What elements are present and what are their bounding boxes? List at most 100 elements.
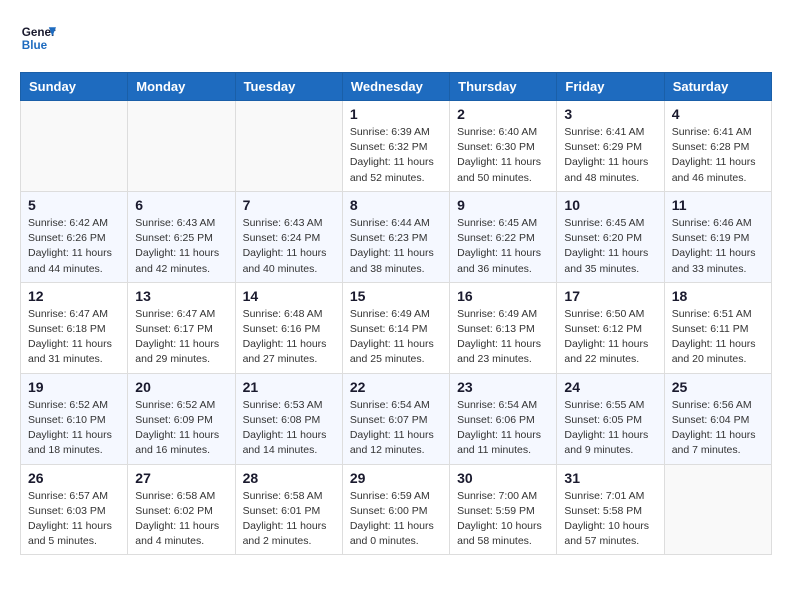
day-info: Sunrise: 6:48 AMSunset: 6:16 PMDaylight:… bbox=[243, 307, 335, 368]
weekday-header-tuesday: Tuesday bbox=[235, 73, 342, 101]
weekday-header-thursday: Thursday bbox=[450, 73, 557, 101]
calendar-cell: 11 Sunrise: 6:46 AMSunset: 6:19 PMDayligh… bbox=[664, 191, 771, 282]
calendar-cell: 1 Sunrise: 6:39 AMSunset: 6:32 PMDaylight… bbox=[342, 101, 449, 192]
day-info: Sunrise: 6:51 AMSunset: 6:11 PMDaylight:… bbox=[672, 307, 764, 368]
day-info: Sunrise: 6:41 AMSunset: 6:29 PMDaylight:… bbox=[564, 125, 656, 186]
calendar-cell: 17 Sunrise: 6:50 AMSunset: 6:12 PMDayligh… bbox=[557, 282, 664, 373]
calendar-cell bbox=[21, 101, 128, 192]
day-info: Sunrise: 6:50 AMSunset: 6:12 PMDaylight:… bbox=[564, 307, 656, 368]
day-number: 2 bbox=[457, 106, 549, 122]
weekday-header-friday: Friday bbox=[557, 73, 664, 101]
day-info: Sunrise: 6:55 AMSunset: 6:05 PMDaylight:… bbox=[564, 398, 656, 459]
page-header: General Blue bbox=[20, 20, 772, 56]
calendar-cell: 14 Sunrise: 6:48 AMSunset: 6:16 PMDayligh… bbox=[235, 282, 342, 373]
day-number: 15 bbox=[350, 288, 442, 304]
day-number: 24 bbox=[564, 379, 656, 395]
day-info: Sunrise: 6:45 AMSunset: 6:20 PMDaylight:… bbox=[564, 216, 656, 277]
calendar-cell: 10Sunrise: 6:45 AMSunset: 6:20 PMDayligh… bbox=[557, 191, 664, 282]
calendar-cell: 4 Sunrise: 6:41 AMSunset: 6:28 PMDaylight… bbox=[664, 101, 771, 192]
day-info: Sunrise: 6:56 AMSunset: 6:04 PMDaylight:… bbox=[672, 398, 764, 459]
calendar-week-1: 1 Sunrise: 6:39 AMSunset: 6:32 PMDaylight… bbox=[21, 101, 772, 192]
day-info: Sunrise: 6:45 AMSunset: 6:22 PMDaylight:… bbox=[457, 216, 549, 277]
day-info: Sunrise: 6:43 AMSunset: 6:25 PMDaylight:… bbox=[135, 216, 227, 277]
calendar-cell: 3 Sunrise: 6:41 AMSunset: 6:29 PMDaylight… bbox=[557, 101, 664, 192]
calendar-cell: 24 Sunrise: 6:55 AMSunset: 6:05 PMDayligh… bbox=[557, 373, 664, 464]
calendar-week-5: 26 Sunrise: 6:57 AMSunset: 6:03 PMDayligh… bbox=[21, 464, 772, 555]
calendar-week-4: 19Sunrise: 6:52 AMSunset: 6:10 PMDayligh… bbox=[21, 373, 772, 464]
day-number: 21 bbox=[243, 379, 335, 395]
day-number: 18 bbox=[672, 288, 764, 304]
day-number: 29 bbox=[350, 470, 442, 486]
day-number: 13 bbox=[135, 288, 227, 304]
calendar-cell: 6 Sunrise: 6:43 AMSunset: 6:25 PMDaylight… bbox=[128, 191, 235, 282]
svg-text:Blue: Blue bbox=[22, 39, 48, 52]
day-number: 28 bbox=[243, 470, 335, 486]
day-info: Sunrise: 6:43 AMSunset: 6:24 PMDaylight:… bbox=[243, 216, 335, 277]
day-number: 4 bbox=[672, 106, 764, 122]
calendar-cell: 16 Sunrise: 6:49 AMSunset: 6:13 PMDayligh… bbox=[450, 282, 557, 373]
day-info: Sunrise: 6:57 AMSunset: 6:03 PMDaylight:… bbox=[28, 489, 120, 550]
day-number: 6 bbox=[135, 197, 227, 213]
day-number: 14 bbox=[243, 288, 335, 304]
day-info: Sunrise: 6:47 AMSunset: 6:18 PMDaylight:… bbox=[28, 307, 120, 368]
calendar-cell: 2 Sunrise: 6:40 AMSunset: 6:30 PMDaylight… bbox=[450, 101, 557, 192]
day-info: Sunrise: 6:46 AMSunset: 6:19 PMDaylight:… bbox=[672, 216, 764, 277]
calendar-header-row: SundayMondayTuesdayWednesdayThursdayFrid… bbox=[21, 73, 772, 101]
calendar-cell: 22 Sunrise: 6:54 AMSunset: 6:07 PMDayligh… bbox=[342, 373, 449, 464]
calendar-cell: 7 Sunrise: 6:43 AMSunset: 6:24 PMDaylight… bbox=[235, 191, 342, 282]
calendar-cell: 13 Sunrise: 6:47 AMSunset: 6:17 PMDayligh… bbox=[128, 282, 235, 373]
day-info: Sunrise: 6:54 AMSunset: 6:07 PMDaylight:… bbox=[350, 398, 442, 459]
day-info: Sunrise: 6:49 AMSunset: 6:14 PMDaylight:… bbox=[350, 307, 442, 368]
day-info: Sunrise: 6:41 AMSunset: 6:28 PMDaylight:… bbox=[672, 125, 764, 186]
calendar-cell: 27Sunrise: 6:58 AMSunset: 6:02 PMDayligh… bbox=[128, 464, 235, 555]
day-number: 7 bbox=[243, 197, 335, 213]
calendar-week-3: 12 Sunrise: 6:47 AMSunset: 6:18 PMDayligh… bbox=[21, 282, 772, 373]
day-number: 19 bbox=[28, 379, 120, 395]
day-number: 11 bbox=[672, 197, 764, 213]
day-info: Sunrise: 7:01 AMSunset: 5:58 PMDaylight:… bbox=[564, 489, 656, 550]
calendar-cell: 18 Sunrise: 6:51 AMSunset: 6:11 PMDayligh… bbox=[664, 282, 771, 373]
day-info: Sunrise: 6:47 AMSunset: 6:17 PMDaylight:… bbox=[135, 307, 227, 368]
calendar-cell bbox=[235, 101, 342, 192]
calendar-cell: 29 Sunrise: 6:59 AMSunset: 6:00 PMDayligh… bbox=[342, 464, 449, 555]
calendar-cell: 5Sunrise: 6:42 AMSunset: 6:26 PMDaylight… bbox=[21, 191, 128, 282]
day-info: Sunrise: 6:58 AMSunset: 6:02 PMDaylight:… bbox=[135, 489, 227, 550]
calendar-cell: 23Sunrise: 6:54 AMSunset: 6:06 PMDayligh… bbox=[450, 373, 557, 464]
day-number: 12 bbox=[28, 288, 120, 304]
calendar-cell: 8Sunrise: 6:44 AMSunset: 6:23 PMDaylight… bbox=[342, 191, 449, 282]
calendar-cell bbox=[128, 101, 235, 192]
day-number: 26 bbox=[28, 470, 120, 486]
day-number: 20 bbox=[135, 379, 227, 395]
calendar-cell: 28 Sunrise: 6:58 AMSunset: 6:01 PMDayligh… bbox=[235, 464, 342, 555]
day-number: 16 bbox=[457, 288, 549, 304]
day-number: 3 bbox=[564, 106, 656, 122]
day-number: 25 bbox=[672, 379, 764, 395]
weekday-header-saturday: Saturday bbox=[664, 73, 771, 101]
day-number: 31 bbox=[564, 470, 656, 486]
calendar-cell: 21 Sunrise: 6:53 AMSunset: 6:08 PMDayligh… bbox=[235, 373, 342, 464]
calendar-cell: 26 Sunrise: 6:57 AMSunset: 6:03 PMDayligh… bbox=[21, 464, 128, 555]
calendar-cell: 25 Sunrise: 6:56 AMSunset: 6:04 PMDayligh… bbox=[664, 373, 771, 464]
calendar-week-2: 5Sunrise: 6:42 AMSunset: 6:26 PMDaylight… bbox=[21, 191, 772, 282]
logo-icon: General Blue bbox=[20, 20, 56, 56]
day-info: Sunrise: 6:39 AMSunset: 6:32 PMDaylight:… bbox=[350, 125, 442, 186]
day-number: 17 bbox=[564, 288, 656, 304]
weekday-header-monday: Monday bbox=[128, 73, 235, 101]
day-info: Sunrise: 6:52 AMSunset: 6:09 PMDaylight:… bbox=[135, 398, 227, 459]
calendar-cell: 20 Sunrise: 6:52 AMSunset: 6:09 PMDayligh… bbox=[128, 373, 235, 464]
day-info: Sunrise: 6:53 AMSunset: 6:08 PMDaylight:… bbox=[243, 398, 335, 459]
calendar-cell: 9 Sunrise: 6:45 AMSunset: 6:22 PMDaylight… bbox=[450, 191, 557, 282]
day-info: Sunrise: 6:49 AMSunset: 6:13 PMDaylight:… bbox=[457, 307, 549, 368]
day-info: Sunrise: 6:58 AMSunset: 6:01 PMDaylight:… bbox=[243, 489, 335, 550]
day-number: 9 bbox=[457, 197, 549, 213]
day-info: Sunrise: 6:54 AMSunset: 6:06 PMDaylight:… bbox=[457, 398, 549, 459]
calendar-body: 1 Sunrise: 6:39 AMSunset: 6:32 PMDaylight… bbox=[21, 101, 772, 555]
day-info: Sunrise: 6:59 AMSunset: 6:00 PMDaylight:… bbox=[350, 489, 442, 550]
day-number: 22 bbox=[350, 379, 442, 395]
weekday-header-sunday: Sunday bbox=[21, 73, 128, 101]
day-number: 1 bbox=[350, 106, 442, 122]
weekday-header-wednesday: Wednesday bbox=[342, 73, 449, 101]
day-info: Sunrise: 6:40 AMSunset: 6:30 PMDaylight:… bbox=[457, 125, 549, 186]
calendar-table: SundayMondayTuesdayWednesdayThursdayFrid… bbox=[20, 72, 772, 555]
day-number: 30 bbox=[457, 470, 549, 486]
